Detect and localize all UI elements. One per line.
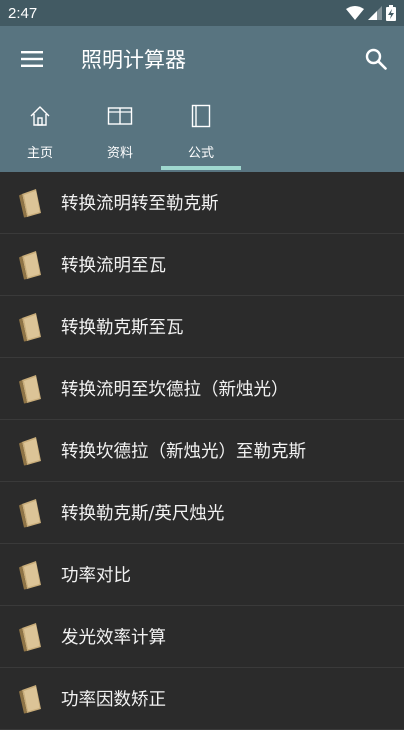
list-item-label: 转换流明至坎德拉（新烛光） xyxy=(61,380,289,400)
home-icon xyxy=(29,104,51,128)
list-item-label: 功率对比 xyxy=(61,566,131,586)
list-item[interactable]: 转换流明至坎德拉（新烛光） xyxy=(0,358,404,420)
list-item-label: 转换勒克斯至瓦 xyxy=(61,318,184,338)
book-icon xyxy=(191,104,211,128)
tab-home-label: 主页 xyxy=(26,146,53,161)
list-item[interactable]: 功率对比 xyxy=(0,544,404,606)
list-item[interactable]: 转换勒克斯至瓦 xyxy=(0,296,404,358)
tab-resources-label: 资料 xyxy=(106,146,133,161)
book-icon xyxy=(0,188,60,218)
status-bar: 2:47 xyxy=(0,0,404,26)
tab-home[interactable]: 主页 xyxy=(0,92,80,172)
formula-list: 转换流明转至勒克斯 转换流明至瓦 转换勒克斯至瓦转换流明至坎德拉（新烛光） 转换坎德拉… xyxy=(0,172,404,730)
book-icon xyxy=(0,498,60,528)
app-bar: 照明计算器 xyxy=(0,26,404,92)
app-title: 照明计算器 xyxy=(81,48,186,72)
list-item[interactable]: 功率因数矫正 xyxy=(0,668,404,730)
list-item-label: 功率因数矫正 xyxy=(61,690,166,710)
list-item-label: 转换流明至瓦 xyxy=(61,256,166,276)
list-item-label: 发光效率计算 xyxy=(61,628,166,648)
book-icon xyxy=(0,312,60,342)
battery-charging-icon xyxy=(386,5,396,21)
list-item-label: 转换坎德拉（新烛光）至勒克斯 xyxy=(61,442,306,462)
hamburger-menu-icon xyxy=(21,51,43,67)
list-item-label: 转换勒克斯/英尺烛光 xyxy=(61,504,225,524)
signal-icon xyxy=(368,6,382,20)
menu-button[interactable] xyxy=(0,26,64,92)
tab-indicator xyxy=(161,166,241,170)
status-icons xyxy=(346,5,396,21)
list-item[interactable]: 转换勒克斯/英尺烛光 xyxy=(0,482,404,544)
book-icon xyxy=(0,250,60,280)
list-item[interactable]: 转换坎德拉（新烛光）至勒克斯 xyxy=(0,420,404,482)
book-open-icon xyxy=(107,104,133,128)
tab-bar: 主页 资料 公式 xyxy=(0,92,404,172)
search-button[interactable] xyxy=(348,26,404,92)
tab-formulas-label: 公式 xyxy=(187,146,214,161)
book-icon xyxy=(0,622,60,652)
status-time: 2:47 xyxy=(8,4,38,22)
list-item-label: 转换流明转至勒克斯 xyxy=(61,194,219,214)
wifi-icon xyxy=(346,6,364,20)
book-icon xyxy=(0,560,60,590)
tab-resources[interactable]: 资料 xyxy=(80,92,160,172)
book-icon xyxy=(0,374,60,404)
tab-formulas[interactable]: 公式 xyxy=(161,92,241,172)
list-item[interactable]: 发光效率计算 xyxy=(0,606,404,668)
list-item[interactable]: 转换流明转至勒克斯 xyxy=(0,172,404,234)
search-icon xyxy=(365,48,387,70)
book-icon xyxy=(0,436,60,466)
book-icon xyxy=(0,684,60,714)
list-item[interactable]: 转换流明至瓦 xyxy=(0,234,404,296)
